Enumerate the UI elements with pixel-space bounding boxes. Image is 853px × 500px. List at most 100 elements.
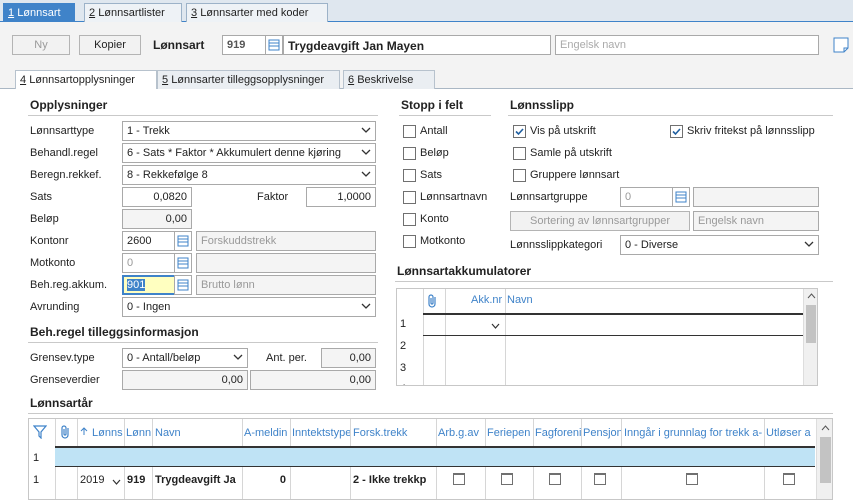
tab-tilleggsopplysninger[interactable]: 5 Lønnsarter tilleggsopplysninger (157, 70, 340, 89)
behreg-name: Brutto lønn (196, 275, 376, 295)
faktor-field[interactable]: 1,0000 (306, 187, 376, 207)
pensjon-checkbox[interactable] (594, 473, 606, 485)
row-amelding[interactable]: 0 (244, 474, 286, 486)
sortering-english-field[interactable]: Engelsk navn (693, 211, 819, 231)
tab-beskrivelse[interactable]: 6 Beskrivelse (343, 70, 435, 89)
col-feriepen-header[interactable]: Feriepen (487, 427, 533, 439)
motkonto-field[interactable]: 0 (122, 253, 176, 273)
row-navn[interactable]: Trygdeavgift Ja (155, 474, 241, 486)
row-forsktrekk[interactable]: 2 - Ikke trekkp (353, 474, 435, 486)
col-inngar-header[interactable]: Inngår i grunnlag for trekk a- (624, 427, 764, 439)
belop-field[interactable]: 0,00 (122, 209, 192, 229)
tab-lonnsart[interactable]: 1 Lønnsart (3, 3, 75, 22)
new-button[interactable]: Ny (12, 35, 70, 55)
antper-field[interactable]: 0,00 (321, 348, 376, 368)
sats-field[interactable]: 0,0820 (122, 187, 192, 207)
chevron-down-icon[interactable] (112, 477, 121, 489)
tab-lonnsarter-med-koder[interactable]: 3 Lønnsarter med koder (186, 3, 328, 22)
col-pensjon-header[interactable]: Pensjon (583, 427, 621, 439)
stopp-konto-checkbox[interactable] (403, 213, 416, 226)
grupper-checkbox[interactable] (513, 169, 526, 182)
copy-button[interactable]: Kopier (79, 35, 141, 55)
chevron-down-icon (361, 149, 371, 155)
col-lonn-header[interactable]: Lønn (126, 427, 152, 439)
arbgav-checkbox[interactable] (453, 473, 465, 485)
beregn-select[interactable]: 8 - Rekkefølge 8 (122, 165, 376, 185)
row-lonn[interactable]: 919 (127, 474, 145, 486)
samle-checkbox[interactable] (513, 147, 526, 160)
gruppe-field[interactable]: 0 (620, 187, 674, 207)
avrunding-select[interactable]: 0 - Ingen (122, 297, 376, 317)
lonnsart-name-field[interactable]: Trygdeavgift Jan Mayen (283, 35, 551, 55)
chevron-down-icon (233, 354, 243, 360)
filter-icon[interactable] (32, 425, 48, 442)
stopp-antall-label: Antall (420, 125, 448, 137)
col-arbgav-header[interactable]: Arb.g.av (438, 427, 485, 439)
kategori-select[interactable]: 0 - Diverse (620, 235, 819, 255)
behreg-lookup-icon[interactable] (174, 275, 192, 295)
sort-up-icon[interactable] (80, 427, 88, 439)
stopp-sats-checkbox[interactable] (403, 169, 416, 182)
lookup-icon[interactable] (265, 35, 283, 55)
sub-tab-bar: 4 Lønnsartopplysninger 5 Lønnsarter till… (0, 68, 853, 90)
kontonr-label: Kontonr (30, 235, 69, 247)
paperclip-icon[interactable] (60, 425, 72, 442)
akkumulator-scrollbar[interactable] (803, 289, 817, 385)
antper-label: Ant. per. (266, 352, 307, 364)
sats-label: Sats (30, 191, 53, 203)
stopp-motkonto-checkbox[interactable] (403, 235, 416, 248)
chevron-down-icon[interactable] (491, 321, 500, 333)
lonnsartar-scrollbar[interactable] (816, 419, 832, 499)
col-utloser-header[interactable]: Utløser a (766, 427, 814, 439)
skriv-checkbox[interactable] (670, 125, 683, 138)
tab-lonnsartlister[interactable]: 2 Lønnsartlister (84, 3, 182, 22)
skriv-label: Skriv fritekst på lønnsslipp (687, 125, 815, 137)
grenseverdi-2-field[interactable]: 0,00 (250, 370, 376, 390)
col-lonns-header[interactable]: Lønns (92, 427, 124, 439)
fagforeni-checkbox[interactable] (549, 473, 561, 485)
col-navn-header[interactable]: Navn (155, 427, 241, 439)
lonnsartar-heading: Lønnsartår (30, 396, 93, 410)
new-row-highlight[interactable] (55, 448, 815, 466)
grenseverdi-1-field[interactable]: 0,00 (122, 370, 248, 390)
utloser-checkbox[interactable] (783, 473, 795, 485)
col-fagforeni-header[interactable]: Fagforeni (535, 427, 581, 439)
grenseverdier-label: Grenseverdier (30, 374, 100, 386)
row-year[interactable]: 2019 (80, 474, 104, 486)
sortering-button[interactable]: Sortering av lønnsartgrupper (510, 211, 690, 231)
col-forsktrekk-header[interactable]: Forsk.trekk (353, 427, 435, 439)
grensev-select[interactable]: 0 - Antall/beløp (122, 348, 248, 368)
navn-header[interactable]: Navn (507, 294, 533, 306)
english-name-field[interactable]: Engelsk navn (555, 35, 819, 55)
akknr-header[interactable]: Akk.nr (471, 294, 502, 306)
behreg-field[interactable]: 901 (122, 275, 176, 295)
kontonr-field[interactable]: 2600 (122, 231, 176, 251)
note-icon[interactable] (833, 37, 849, 56)
stopp-lonnsartnavn-checkbox[interactable] (403, 191, 416, 204)
inngar-checkbox[interactable] (686, 473, 698, 485)
motkonto-lookup-icon[interactable] (174, 253, 192, 273)
lonnsarttype-select[interactable]: 1 - Trekk (122, 121, 376, 141)
stopp-belop-checkbox[interactable] (403, 147, 416, 160)
stopp-antall-checkbox[interactable] (403, 125, 416, 138)
gruppe-lookup-icon[interactable] (672, 187, 690, 207)
chevron-down-icon (361, 127, 371, 133)
akkumulatorer-heading: Lønnsartakkumulatorer (397, 264, 532, 278)
faktor-label: Faktor (257, 191, 289, 203)
lonnsart-number-field[interactable]: 919 (222, 35, 266, 55)
tab-lonnsartopplysninger[interactable]: 4 Lønnsartopplysninger (15, 70, 157, 90)
paperclip-icon[interactable] (427, 294, 439, 311)
motkonto-label: Motkonto (30, 257, 76, 269)
feriepen-checkbox[interactable] (501, 473, 513, 485)
behandl-label: Behandl.regel (30, 147, 98, 159)
col-inntektstype-header[interactable]: Inntektstype (292, 427, 350, 439)
vis-checkbox[interactable] (513, 125, 526, 138)
kontonr-lookup-icon[interactable] (174, 231, 192, 251)
chevron-down-icon (361, 303, 371, 309)
chevron-down-icon (361, 171, 371, 177)
row-number: 2 (400, 340, 407, 352)
behandl-select[interactable]: 6 - Sats * Faktor * Akkumulert denne kjø… (122, 143, 376, 163)
row-number: 3 (400, 362, 407, 374)
col-amelding-header[interactable]: A-meldin (244, 427, 290, 439)
row-number: 1 (33, 474, 40, 486)
